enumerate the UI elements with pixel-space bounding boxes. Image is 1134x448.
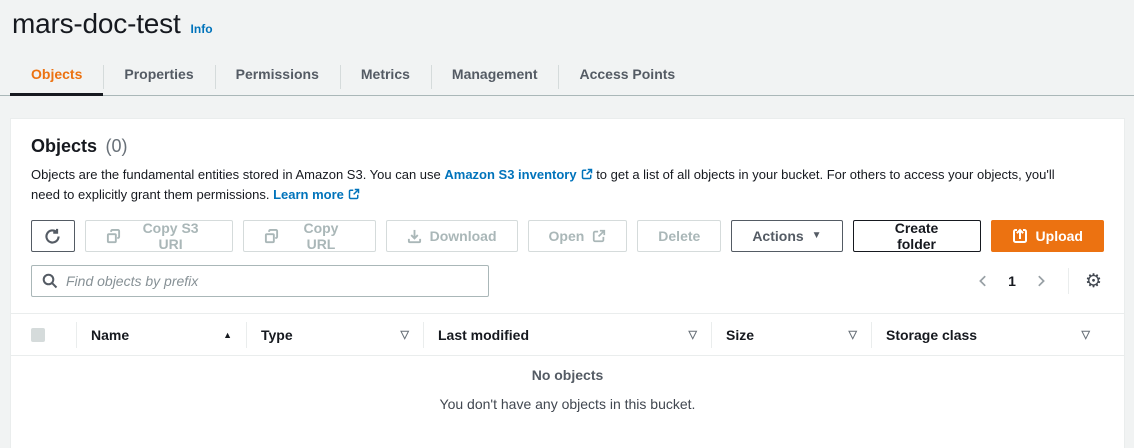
description-text: Objects are the fundamental entities sto… [31, 167, 444, 182]
search-box [31, 265, 489, 297]
tab-properties[interactable]: Properties [103, 57, 214, 95]
select-all-checkbox[interactable] [31, 328, 45, 342]
chevron-down-icon: ▼ [812, 231, 822, 241]
sort-indicator-icon: ▽ [689, 328, 697, 341]
search-and-pagination-row: 1 ⚙ [11, 252, 1124, 297]
refresh-icon [44, 228, 61, 245]
column-header-last-modified[interactable]: Last modified ▽ [423, 322, 711, 348]
next-page-button[interactable] [1028, 268, 1054, 294]
create-folder-button[interactable]: Create folder [853, 220, 981, 252]
select-all-checkbox-cell [31, 328, 76, 342]
external-link-icon [348, 188, 360, 200]
learn-more-link[interactable]: Learn more [273, 187, 360, 202]
tab-bar: Objects Properties Permissions Metrics M… [0, 57, 1134, 96]
objects-table-header: Name ▲ Type ▽ Last modified ▽ Size ▽ Sto… [11, 313, 1124, 356]
copy-icon [106, 229, 121, 244]
open-button[interactable]: Open [528, 220, 628, 252]
current-page-number[interactable]: 1 [1002, 273, 1022, 289]
tab-objects[interactable]: Objects [10, 57, 103, 95]
empty-state-message: You don't have any objects in this bucke… [11, 396, 1124, 412]
chevron-right-icon [1034, 274, 1048, 288]
tab-permissions[interactable]: Permissions [215, 57, 340, 95]
copy-icon [264, 229, 279, 244]
previous-page-button[interactable] [970, 268, 996, 294]
object-count: (0) [105, 136, 127, 156]
info-link[interactable]: Info [191, 22, 213, 36]
copy-url-button[interactable]: Copy URL [243, 220, 375, 252]
sort-indicator-icon: ▽ [401, 328, 409, 341]
download-icon [407, 229, 422, 244]
tab-access-points[interactable]: Access Points [558, 57, 696, 95]
amazon-s3-inventory-link[interactable]: Amazon S3 inventory [444, 167, 592, 182]
sort-ascending-icon: ▲ [223, 330, 232, 340]
search-icon [42, 273, 58, 289]
copy-s3-uri-button[interactable]: Copy S3 URI [85, 220, 234, 252]
tab-metrics[interactable]: Metrics [340, 57, 431, 95]
pagination: 1 ⚙ [970, 268, 1104, 294]
delete-button[interactable]: Delete [637, 220, 721, 252]
tab-management[interactable]: Management [431, 57, 559, 95]
panel-header: Objects (0) [11, 119, 1124, 157]
page-header: mars-doc-test Info [0, 0, 1134, 40]
upload-button[interactable]: Upload [991, 220, 1104, 252]
panel-description: Objects are the fundamental entities sto… [11, 157, 1091, 205]
objects-panel: Objects (0) Objects are the fundamental … [10, 118, 1125, 448]
preferences-gear-button[interactable]: ⚙ [1083, 272, 1104, 291]
column-header-name[interactable]: Name ▲ [76, 322, 246, 348]
column-header-type[interactable]: Type ▽ [246, 322, 423, 348]
divider [1068, 268, 1069, 294]
actions-dropdown-button[interactable]: Actions ▼ [731, 220, 842, 252]
external-link-icon [592, 229, 606, 243]
bucket-name-title: mars-doc-test [12, 8, 181, 40]
download-button[interactable]: Download [386, 220, 518, 252]
chevron-left-icon [976, 274, 990, 288]
sort-indicator-icon: ▽ [849, 328, 857, 341]
external-link-icon [581, 168, 593, 180]
panel-title: Objects [31, 136, 97, 156]
empty-state: No objects You don't have any objects in… [11, 356, 1124, 412]
refresh-button[interactable] [31, 220, 75, 252]
search-input[interactable] [31, 265, 489, 297]
object-actions-toolbar: Copy S3 URI Copy URL Download Open Delet… [11, 205, 1124, 252]
upload-icon [1012, 228, 1028, 244]
sort-indicator-icon: ▽ [1082, 328, 1090, 341]
empty-state-title: No objects [11, 367, 1124, 383]
column-header-size[interactable]: Size ▽ [711, 322, 871, 348]
column-header-storage-class[interactable]: Storage class ▽ [871, 322, 1104, 348]
